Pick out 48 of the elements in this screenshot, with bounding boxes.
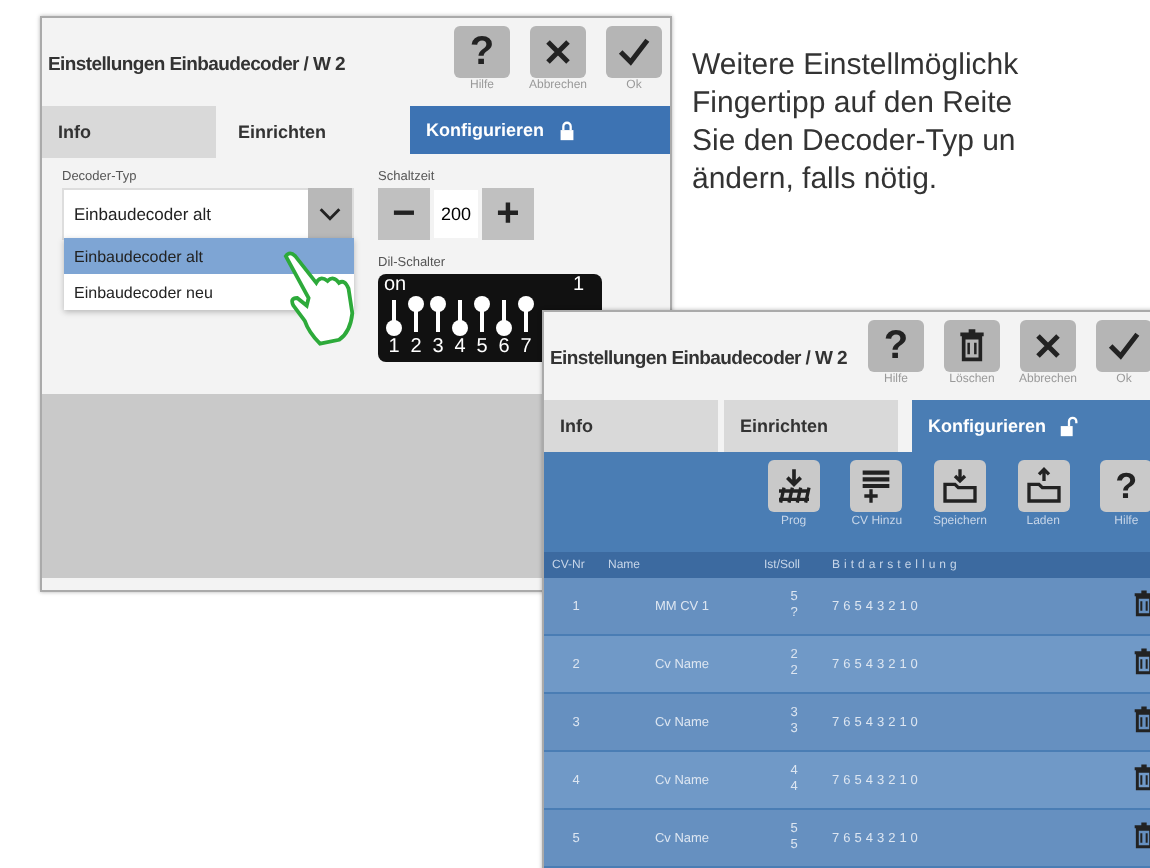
check-button[interactable] — [606, 26, 662, 78]
save-button[interactable] — [933, 460, 986, 512]
folder-arrow-up-icon — [1023, 466, 1064, 506]
toggle-switch[interactable] — [474, 296, 490, 336]
switch-number: 7 — [520, 336, 532, 358]
toggle-switch[interactable] — [386, 296, 402, 336]
folder-arrow-down-icon — [939, 466, 980, 506]
switch-number: 1 — [388, 336, 400, 358]
toggle-switch[interactable] — [452, 296, 468, 336]
help-button[interactable]: ? — [868, 320, 924, 372]
switch-number: 6 — [498, 336, 510, 358]
switch-number: 4 — [454, 336, 466, 358]
window-title: Einstellungen Einbaudecoder / W 2 — [550, 348, 847, 370]
text-line: Sie den Decoder-Typ un — [692, 122, 1018, 160]
tab[interactable]: Info — [544, 400, 718, 452]
toggle-switch[interactable] — [518, 296, 534, 336]
text-line: Fingertipp auf den Reite — [692, 84, 1015, 122]
number-field[interactable]: 200 — [434, 190, 478, 238]
load-button[interactable] — [1017, 460, 1070, 512]
help-button[interactable]: ? — [454, 26, 510, 78]
arrow-down-rails-icon — [773, 466, 814, 506]
window-title: Einstellungen Einbaudecoder / W 2 — [48, 54, 345, 76]
add-button[interactable] — [850, 460, 903, 512]
decoder-type-dropdown[interactable]: Einbaudecoder alt — [62, 188, 354, 240]
tab[interactable]: Konfigurieren — [410, 106, 670, 158]
position-label: 1 — [572, 276, 584, 296]
close-button[interactable] — [530, 26, 586, 78]
toggle-switch[interactable] — [408, 296, 424, 336]
switch-number: 2 — [410, 336, 422, 358]
close-button[interactable] — [1020, 320, 1076, 372]
dropdown-option[interactable]: Einbaudecoder alt — [64, 238, 354, 274]
switch-number: 3 — [432, 336, 444, 358]
tab[interactable]: Konfigurieren — [912, 400, 1150, 452]
check-button[interactable] — [1096, 320, 1150, 372]
on-label: on — [384, 276, 407, 296]
text-line: Weitere Einstellmöglichk — [692, 46, 1019, 84]
prog-button[interactable] — [767, 460, 820, 512]
toggle-switch[interactable] — [430, 296, 446, 336]
plus-button[interactable]: + — [482, 188, 534, 240]
switch-number: 5 — [476, 336, 488, 358]
minus-button[interactable]: − — [378, 188, 430, 240]
text-line: ändern, falls nötig. — [692, 160, 940, 198]
dropdown-option[interactable]: Einbaudecoder neu — [64, 274, 221, 310]
help-button[interactable]: ? — [1100, 460, 1150, 512]
trash-button[interactable] — [944, 320, 1000, 372]
tab[interactable]: Einrichten — [724, 400, 898, 452]
toggle-switch[interactable] — [496, 296, 512, 336]
tab[interactable]: Info — [42, 106, 216, 158]
